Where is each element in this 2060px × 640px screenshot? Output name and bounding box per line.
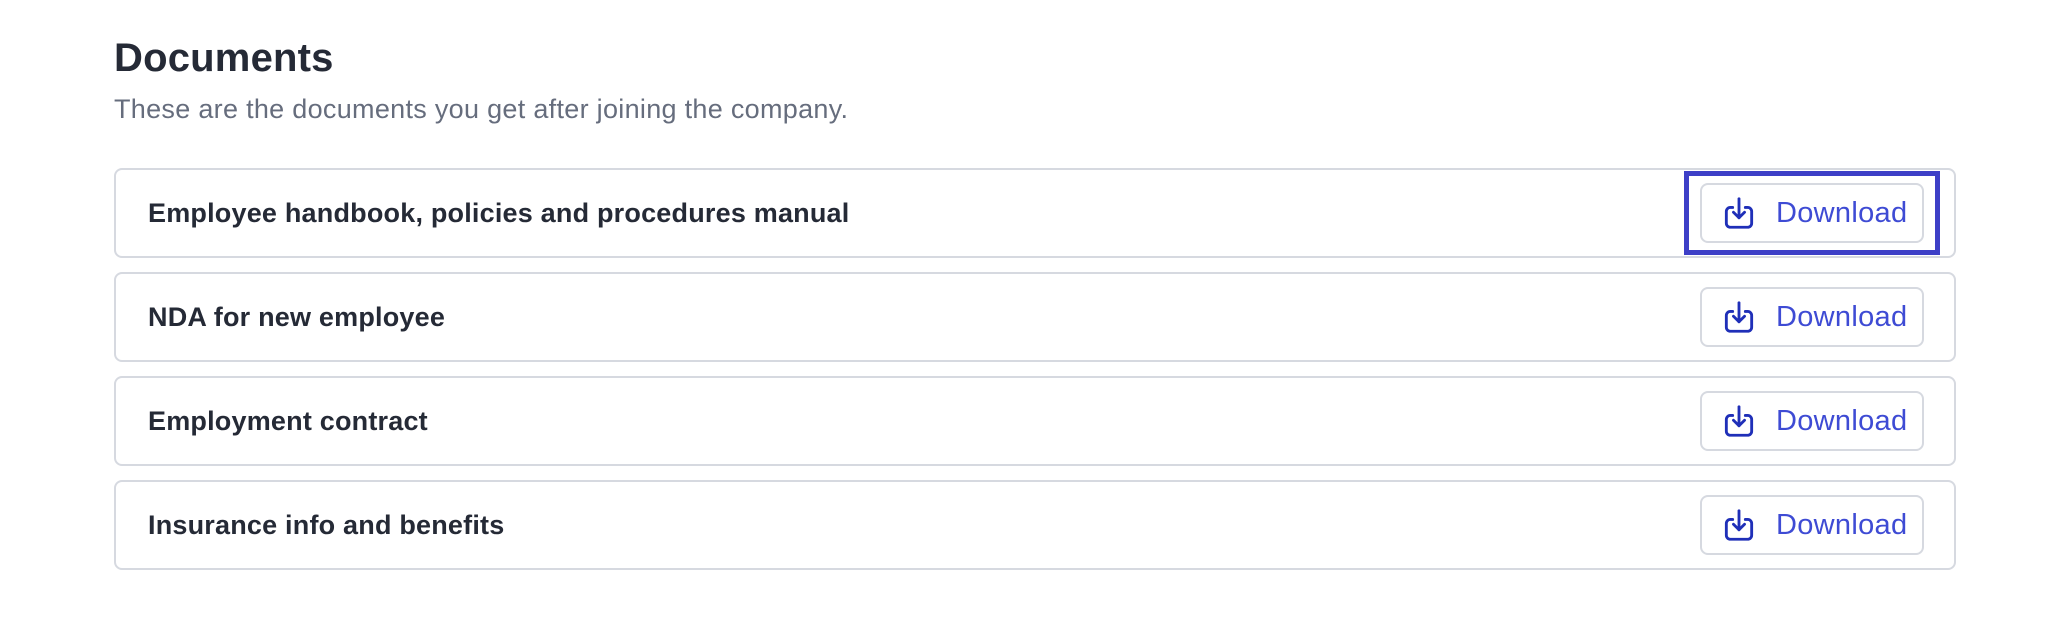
button-wrap: Download [1684, 379, 1940, 463]
document-list: Employee handbook, policies and procedur… [114, 168, 1956, 570]
download-button[interactable]: Download [1700, 183, 1924, 243]
download-label: Download [1776, 300, 1908, 333]
document-row: Insurance info and benefits Download [114, 480, 1956, 570]
document-row: Employee handbook, policies and procedur… [114, 168, 1956, 258]
document-row: Employment contract Download [114, 376, 1956, 466]
download-icon [1724, 509, 1754, 541]
button-wrap: Download [1684, 483, 1940, 567]
download-icon [1724, 197, 1754, 229]
document-name: Employment contract [148, 405, 428, 436]
document-row: NDA for new employee Download [114, 272, 1956, 362]
page-subtitle: These are the documents you get after jo… [114, 94, 849, 124]
document-name: NDA for new employee [148, 301, 446, 332]
button-wrap: Download [1684, 275, 1940, 359]
download-icon [1724, 405, 1754, 437]
document-name: Insurance info and benefits [148, 509, 505, 540]
download-label: Download [1776, 404, 1908, 437]
download-label: Download [1776, 508, 1908, 541]
download-button[interactable]: Download [1700, 287, 1924, 347]
document-name: Employee handbook, policies and procedur… [148, 197, 850, 228]
download-button[interactable]: Download [1700, 495, 1924, 555]
focus-ring: Download [1684, 171, 1940, 255]
download-label: Download [1776, 196, 1908, 229]
download-icon [1724, 301, 1754, 333]
download-button[interactable]: Download [1700, 391, 1924, 451]
documents-section: Documents These are the documents you ge… [114, 34, 1956, 570]
page-title: Documents [114, 36, 334, 80]
